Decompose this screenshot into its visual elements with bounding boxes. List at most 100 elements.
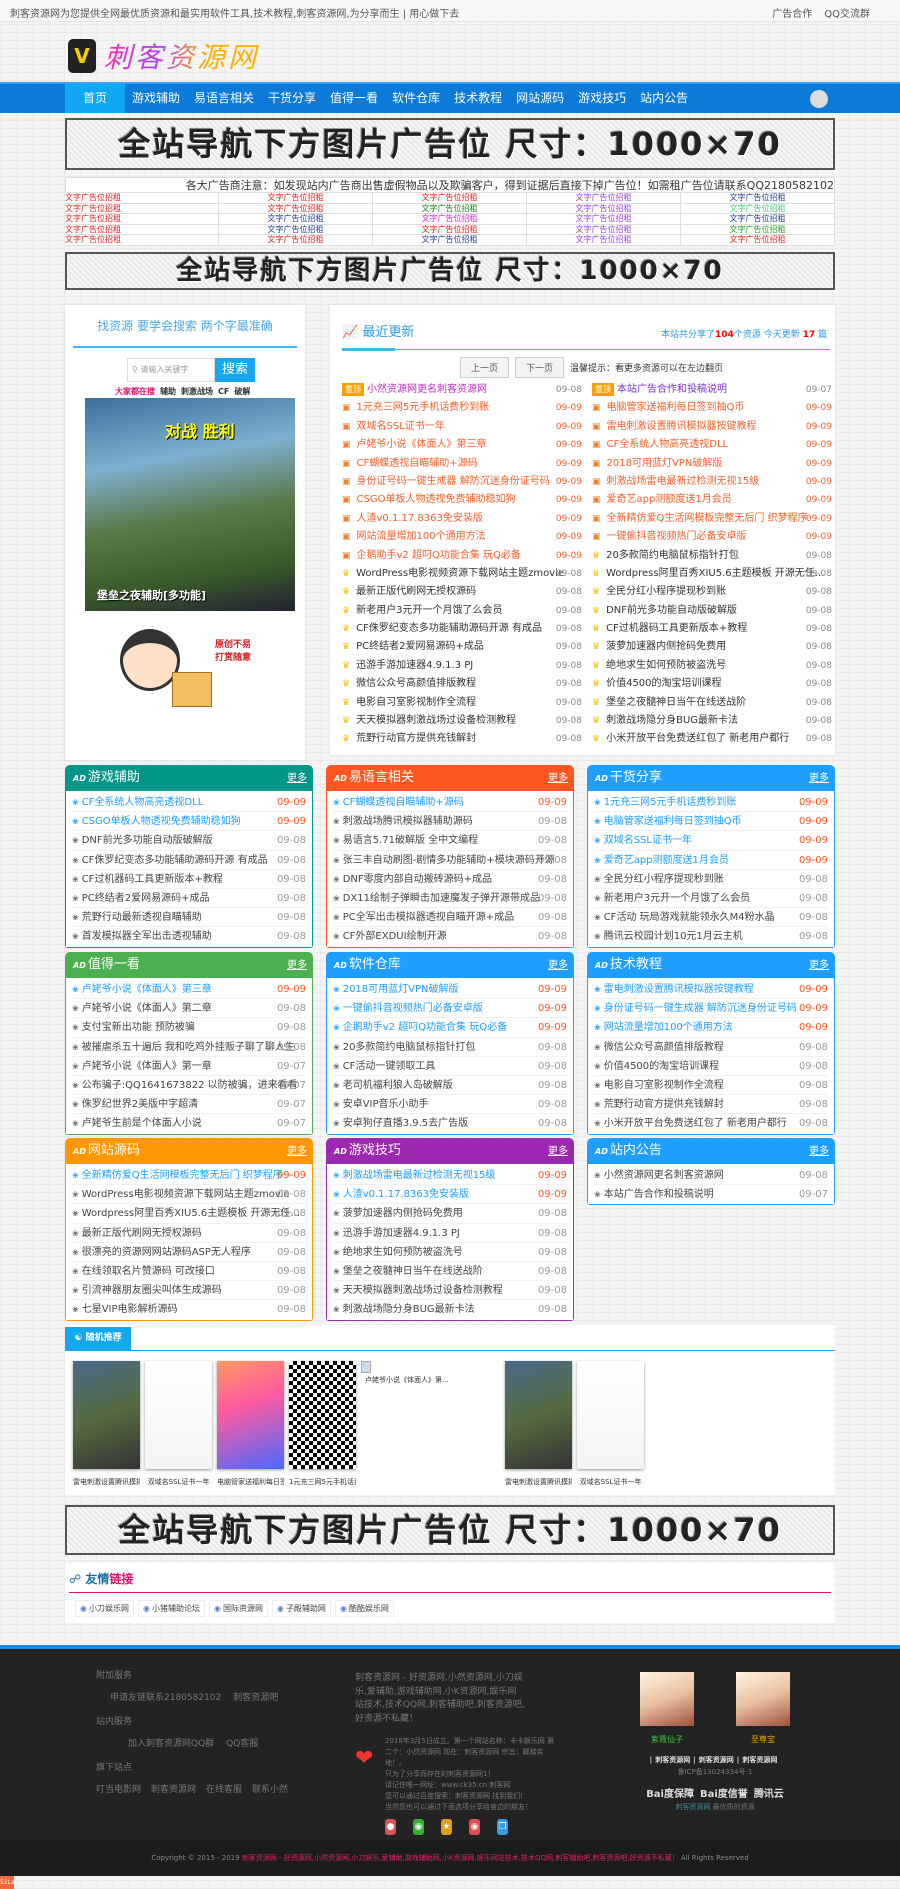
list-item[interactable]: ❀ 菠萝加速器内侧抢码免费用 09-08 [333,1204,567,1224]
item-title[interactable]: 安卓VIP音乐小助手 [343,1099,429,1110]
nav-item[interactable]: 易语言相关 [187,84,261,113]
list-item[interactable]: ❀ 小米开放平台免费送红包了 新老用户都行 09-08 [594,1114,828,1133]
list-item[interactable]: ♛ 新老用户3元开一个月饿了么会员 09-08 [342,602,582,620]
text-ad-link[interactable]: 文字广告位招租 [65,203,219,214]
item-title[interactable]: 天天模拟器刺激战场过设备检测教程 [356,715,516,726]
list-item[interactable]: ❀ 爱奇艺app测额度送1月会员 09-09 [594,851,828,870]
list-item[interactable]: ❀ 最新正版代刷网无授权源码 09-08 [72,1224,306,1243]
list-item[interactable]: ❀ 首发模拟器全军出击透视辅助 09-08 [72,927,306,946]
list-item[interactable]: ❀ 企鹅助手v2 超叼Q功能合集 玩Q必备 09-09 [333,1018,567,1038]
item-title[interactable]: 绝地求生如何预防被盗洗号 [606,660,726,671]
list-item[interactable]: ♛ 小米开放平台免费送红包了 新老用户都行 09-08 [592,730,832,748]
item-title[interactable]: 全新精仿爱Q生活网模板完整无后门 织梦程序 [607,513,808,524]
list-item[interactable]: ❀ 电脑管家送福利每日签到抽Q币 09-09 [594,812,828,832]
item-title[interactable]: 新老用户3元开一个月饿了么会员 [356,605,502,616]
nav-item[interactable]: 首页 [65,84,125,113]
list-item[interactable]: ❀ 堡垒之夜髓神日当午在线送战阶 09-08 [333,1262,567,1282]
list-item[interactable]: ♛ CF侏罗纪变态多功能辅助源码开源 有成品 09-08 [342,620,582,638]
list-item[interactable]: ❀ PC终结者2爱网易源码+成品 09-08 [72,889,306,909]
item-title[interactable]: 一键偷抖音视频热门必备安卓版 [343,1003,483,1014]
item-title[interactable]: 企鹅助手v2 超叼Q功能合集 玩Q必备 [357,550,521,561]
item-title[interactable]: CF全系统人物高亮透视DLL [607,439,729,450]
text-ad-link[interactable]: 文字广告位招租 [373,203,527,214]
list-item[interactable]: ❀ 全新精仿爱Q生活网模板完整无后门 织梦程序 09-09 [72,1166,306,1186]
text-ad-link[interactable]: 文字广告位招租 [219,193,373,203]
footer-link[interactable]: 刺客资源网 [151,1785,196,1795]
text-ad-link[interactable]: 文字广告位招租 [219,235,373,245]
item-title[interactable]: DNF零度内部自动搬砖源码+成品 [343,874,492,885]
friend-link-label[interactable]: 小猪辅助论坛 [152,1604,200,1613]
item-title[interactable]: CF蝴蝶透视自瞄辅助+源码 [343,797,464,808]
text-ad-link[interactable]: 文字广告位招租 [219,214,373,224]
item-title[interactable]: 荒野行动最新透视自瞄辅助 [82,912,202,923]
item-title[interactable]: 双域名SSL证书一年 [357,421,445,432]
item-title[interactable]: 被摧虐杀五十遍后 我和吃鸡外挂贩子聊了聊人生 [82,1042,295,1053]
banner-ad-3[interactable]: 全站导航下方图片广告位 尺寸：1000×70 [65,1505,835,1555]
site-logo[interactable]: V 刺客资源网 [68,36,259,76]
recommend-caption[interactable]: 雷电刺激设置腾讯模拟器... [505,1477,572,1487]
list-item[interactable]: ❀ 网站流量增加100个通用方法 09-09 [594,1018,828,1038]
list-item[interactable]: ❀ 荒野行动最新透视自瞄辅助 09-08 [72,908,306,928]
item-title[interactable]: 1元充三网5元手机话费秒到账 [357,402,490,413]
text-ad-link[interactable]: 文字广告位招租 [65,224,219,235]
item-title[interactable]: 2018可用蓝灯VPN破解版 [607,458,723,469]
text-ad-link[interactable]: 文字广告位招租 [373,193,527,203]
list-item[interactable]: ❀ DNF零度内部自动搬砖源码+成品 09-08 [333,870,567,889]
item-title[interactable]: 企鹅助手v2 超叼Q功能合集 玩Q必备 [343,1022,507,1033]
item-title[interactable]: 堡垒之夜髓神日当午在线送战阶 [606,697,746,708]
recommend-thumbnail[interactable] [73,1361,140,1469]
item-title[interactable]: 小米开放平台免费送红包了 新老用户都行 [606,733,789,744]
text-ad-link[interactable]: 文字广告位招租 [527,203,681,214]
item-title[interactable]: PC终结者2爱网易源码+成品 [82,893,210,904]
list-item[interactable]: ▣ 网站流量增加100个通用方法 09-09 [342,528,582,546]
friend-link[interactable]: ◉ 子殿辅助网 [271,1600,331,1617]
friend-link[interactable]: ◉ 酷酷娱乐网 [334,1600,394,1617]
item-title[interactable]: 菠萝加速器内侧抢码免费用 [343,1208,463,1219]
item-title[interactable]: PC全军出击模拟器透视自瞄开源+成品 [343,912,514,923]
ad-cooperation-link[interactable]: 广告合作 [772,9,812,20]
text-ad-link[interactable]: 文字广告位招租 [373,214,527,224]
list-item[interactable]: ❀ 七星VIP电影解析源码 09-08 [72,1300,306,1319]
recommend-item[interactable]: 双域名SSL证书一年 [145,1361,212,1487]
list-item[interactable]: ▣ 全新精仿爱Q生活网模板完整无后门 织梦程序 09-09 [592,510,832,528]
item-title[interactable]: CSGO单板人物透视免费辅助稳如狗 [82,816,241,827]
item-title[interactable]: 七星VIP电影解析源码 [82,1304,178,1315]
more-link[interactable]: 更多 [548,1139,568,1165]
list-item[interactable]: ▣ 雷电刺激设置腾讯模拟器按键教程 09-09 [592,418,832,436]
footer-site-link[interactable]: 刺客资源网 [742,1756,777,1764]
item-title[interactable]: 卢姥爷小说《体面人》第一章 [82,1061,212,1072]
list-item[interactable]: ❀ 电影自习室影视制作全流程 09-08 [594,1076,828,1096]
item-title[interactable]: 雷电刺激设置腾讯模拟器按键教程 [607,421,757,432]
list-item[interactable]: ❀ 雷电刺激设置腾讯模拟器按键教程 09-09 [594,980,828,1000]
item-title[interactable]: 身份证号码一键生成器 解防沉迷身份证号码 [604,1003,797,1014]
list-item[interactable]: ❀ 1元充三网5元手机话费秒到账 09-09 [594,793,828,813]
footer-link[interactable]: 加入刺客资源网QQ群 [128,1739,214,1749]
item-title[interactable]: 小然资源网更名刺客资源网 [367,384,487,395]
game-promo-image[interactable]: 对战 胜利 堡垒之夜辅助[多功能] [85,398,295,611]
item-title[interactable]: 迅游手游加速器4.9.1.3 PJ [356,660,473,671]
list-item[interactable]: ❀ 刺激战场腾讯模拟器辅助源码 09-08 [333,812,567,832]
recommend-thumbnail[interactable] [217,1361,284,1469]
item-title[interactable]: 小然资源网更名刺客资源网 [604,1170,724,1181]
footer-link[interactable]: 叮当电影网 [96,1785,141,1795]
item-title[interactable]: 张三丰自动刷图-剧情多功能辅助+模块源码开源 [343,855,555,866]
list-item[interactable]: ▣ 1元充三网5元手机话费秒到账 09-09 [342,399,582,417]
more-link[interactable]: 更多 [809,1139,829,1165]
nav-item[interactable]: 软件仓库 [385,84,447,113]
item-title[interactable]: 引流神器朋友圈尖叫体生成源码 [82,1285,222,1296]
list-item[interactable]: ♛ 天天模拟器刺激战场过设备检测教程 09-08 [342,712,582,730]
list-item[interactable]: ▣ 卢姥爷小说《体面人》第三章 09-09 [342,436,582,454]
item-title[interactable]: 全新精仿爱Q生活网模板完整无后门 织梦程序 [82,1170,283,1181]
item-title[interactable]: 价值4500的淘宝培训课程 [606,678,721,689]
list-item[interactable]: ♛ 荒野行动官方提供充钱解封 09-08 [342,730,582,748]
list-item[interactable]: ♛ DNF前光多功能自动版破解版 09-08 [592,602,832,620]
item-title[interactable]: 最新正版代刷网无授权源码 [356,586,476,597]
list-item[interactable]: ❀ 2018可用蓝灯VPN破解版 09-09 [333,980,567,1000]
list-item[interactable]: ❀ 很漂亮的资源网网站源码ASP无人程序 09-08 [72,1243,306,1262]
list-item[interactable]: ❀ 本站广告合作和投稿说明 09-07 [594,1185,828,1204]
list-item[interactable]: ❀ 天天模拟器刺激战场过设备检测教程 09-08 [333,1281,567,1301]
recommend-caption[interactable]: 双域名SSL证书一年 [145,1477,212,1487]
list-item[interactable]: ▣ 电脑管家送福利每日签到抽Q币 09-09 [592,399,832,417]
list-item[interactable]: ♛ 微信公众号高颜值排版教程 09-08 [342,675,582,693]
text-ad-link[interactable]: 文字广告位招租 [681,224,835,235]
